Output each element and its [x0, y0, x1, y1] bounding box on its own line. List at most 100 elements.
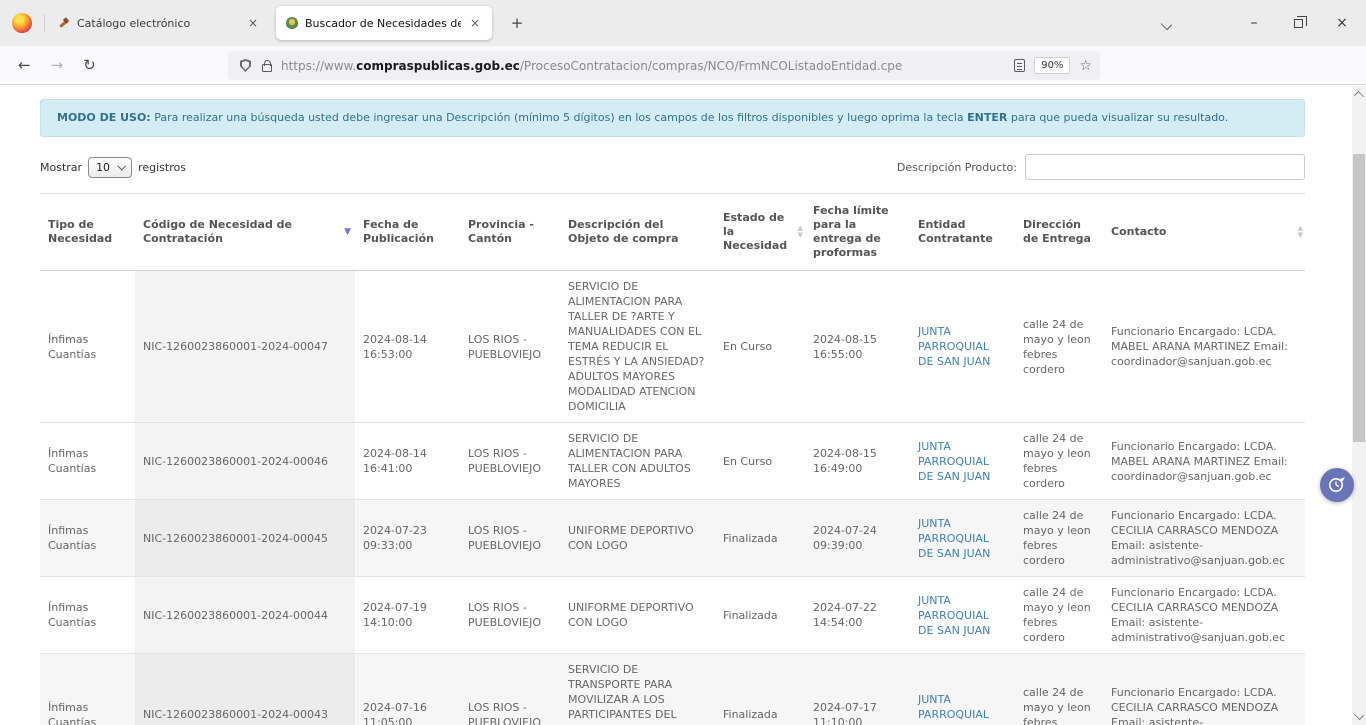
cell-codigo: NIC-1260023860001-2024-00046: [135, 423, 355, 500]
cell-codigo: NIC-1260023860001-2024-00045: [135, 500, 355, 577]
cell-entidad: JUNTA PARROQUIAL DE SAN JUAN: [910, 500, 1015, 577]
restore-button[interactable]: [1276, 0, 1320, 46]
url-scheme: https://www.: [281, 59, 356, 73]
vertical-scrollbar[interactable]: [1352, 86, 1366, 725]
col-estado-necesidad[interactable]: Estado de la Necesidad ▲▼: [715, 194, 805, 271]
forward-button[interactable]: →: [41, 56, 74, 74]
product-filter-input[interactable]: [1025, 154, 1305, 180]
cell-estado: En Curso: [715, 271, 805, 423]
tab-title: Buscador de Necesidades de Co: [305, 17, 461, 30]
cell-fecha-limite: 2024-07-22 14:54:00: [805, 577, 910, 654]
table-controls: Mostrar 10 registros Descripción Product…: [40, 153, 1305, 181]
cell-provincia: LOS RIOS - PUEBLOVIEJO: [460, 577, 560, 654]
cell-fecha-publicacion: 2024-08-14 16:53:00: [355, 271, 460, 423]
entidad-link[interactable]: JUNTA PARROQUIAL DE SAN JUAN: [918, 693, 990, 725]
cell-tipo: Ínfimas Cuantías: [40, 654, 135, 725]
cell-direccion: calle 24 de mayo y leon febres cordero: [1015, 654, 1103, 725]
url-bar[interactable]: https://www.compraspublicas.gob.ec/Proce…: [228, 51, 1100, 80]
product-filter-label: Descripción Producto:: [897, 161, 1017, 174]
new-tab-button[interactable]: +: [506, 12, 528, 34]
cell-descripcion: SERVICIO DE ALIMENTACION PARA TALLER DE …: [560, 271, 715, 423]
cell-fecha-limite: 2024-07-24 09:39:00: [805, 500, 910, 577]
col-provincia-canton[interactable]: Provincia - Cantón: [460, 194, 560, 271]
cell-entidad: JUNTA PARROQUIAL DE SAN JUAN: [910, 654, 1015, 725]
col-fecha-publicacion[interactable]: Fecha de Publicación: [355, 194, 460, 271]
table-row: Ínfimas Cuantías NIC-1260023860001-2024-…: [40, 271, 1305, 423]
cell-estado: En Curso: [715, 423, 805, 500]
cell-fecha-limite: 2024-08-15 16:55:00: [805, 271, 910, 423]
col-codigo-necesidad[interactable]: Código de Necesidad de Contratación ▼: [135, 194, 355, 271]
col-direccion-entrega[interactable]: Dirección de Entrega: [1015, 194, 1103, 271]
close-tab-icon[interactable]: ×: [468, 16, 482, 30]
firefox-logo-icon: [12, 13, 32, 33]
close-window-button[interactable]: ×: [1320, 0, 1364, 46]
list-tabs-chevron-icon[interactable]: [1161, 19, 1172, 30]
cell-direccion: calle 24 de mayo y leon febres cordero: [1015, 423, 1103, 500]
cell-estado: Finalizada: [715, 500, 805, 577]
tab-separator: [44, 14, 45, 32]
col-entidad-contratante[interactable]: Entidad Contratante: [910, 194, 1015, 271]
back-button[interactable]: ←: [8, 56, 41, 74]
scrollbar-thumb[interactable]: [1353, 154, 1365, 442]
browser-window: Catálogo electrónico × Buscador de Neces…: [0, 0, 1366, 725]
cell-fecha-limite: 2024-07-17 11:10:00: [805, 654, 910, 725]
close-tab-icon[interactable]: ×: [246, 16, 260, 30]
sort-desc-icon: ▼: [344, 225, 351, 239]
table-row: Ínfimas Cuantías NIC-1260023860001-2024-…: [40, 577, 1305, 654]
entidad-link[interactable]: JUNTA PARROQUIAL DE SAN JUAN: [918, 325, 990, 368]
cell-fecha-publicacion: 2024-07-23 09:33:00: [355, 500, 460, 577]
table-row: Ínfimas Cuantías NIC-1260023860001-2024-…: [40, 423, 1305, 500]
reload-button[interactable]: ↻: [73, 56, 106, 74]
page-content: MODO DE USO: Para realizar una búsqueda …: [0, 86, 1352, 725]
scroll-up-arrow-icon[interactable]: [1354, 91, 1364, 101]
ecuador-crest-favicon-icon: [286, 17, 298, 29]
cell-provincia: LOS RIOS - PUEBLOVIEJO: [460, 271, 560, 423]
tab-catalogo-electronico[interactable]: Catálogo electrónico ×: [48, 6, 270, 40]
cell-descripcion: SERVICIO DE TRANSPORTE PARA MOVILIZAR A …: [560, 654, 715, 725]
page-size-select[interactable]: 10: [88, 157, 132, 178]
cell-contacto: Funcionario Encargado: LCDA. MABEL ARANA…: [1103, 423, 1305, 500]
cell-tipo: Ínfimas Cuantías: [40, 271, 135, 423]
cell-contacto: Funcionario Encargado: LCDA. CECILIA CAR…: [1103, 500, 1305, 577]
show-entries-label: Mostrar: [40, 161, 82, 174]
minimize-button[interactable]: –: [1232, 0, 1276, 46]
cell-descripcion: UNIFORME DEPORTIVO CON LOGO: [560, 500, 715, 577]
cell-direccion: calle 24 de mayo y leon febres cordero: [1015, 577, 1103, 654]
col-fecha-limite[interactable]: Fecha límite para la entrega de proforma…: [805, 194, 910, 271]
bookmark-star-icon[interactable]: ☆: [1079, 58, 1092, 74]
col-contacto[interactable]: Contacto ▲▼: [1103, 194, 1305, 271]
table-row: Ínfimas Cuantías NIC-1260023860001-2024-…: [40, 654, 1305, 725]
notice-prefix: MODO DE USO:: [57, 111, 151, 124]
tab-title: Catálogo electrónico: [77, 17, 239, 30]
reader-mode-icon[interactable]: [1014, 59, 1025, 72]
tracking-protection-shield-icon[interactable]: [240, 59, 251, 72]
lock-icon[interactable]: [262, 64, 272, 72]
notice-suffix: para que pueda visualizar su resultado.: [1007, 111, 1228, 124]
clock-icon: [1327, 475, 1347, 495]
tab-buscador-necesidades[interactable]: Buscador de Necesidades de Co ×: [276, 6, 492, 40]
col-tipo-necesidad[interactable]: Tipo de Necesidad: [40, 194, 135, 271]
navigation-toolbar: ← → ↻ https://www.compraspublicas.gob.ec…: [0, 46, 1366, 85]
product-filter: Descripción Producto:: [897, 154, 1305, 180]
cell-fecha-publicacion: 2024-07-19 14:10:00: [355, 577, 460, 654]
needs-table: Tipo de Necesidad Código de Necesidad de…: [40, 193, 1305, 725]
restore-icon: [1294, 19, 1303, 28]
entidad-link[interactable]: JUNTA PARROQUIAL DE SAN JUAN: [918, 517, 990, 560]
zoom-level-badge[interactable]: 90%: [1034, 57, 1070, 74]
cell-provincia: LOS RIOS - PUEBLOVIEJO: [460, 500, 560, 577]
scroll-down-arrow-icon[interactable]: [1354, 710, 1364, 720]
cell-direccion: calle 24 de mayo y leon febres cordero: [1015, 500, 1103, 577]
sort-both-icon: ▲▼: [1298, 225, 1303, 239]
floating-clock-widget-button[interactable]: [1320, 468, 1354, 502]
cell-contacto: Funcionario Encargado: LCDA. CECILIA CAR…: [1103, 654, 1305, 725]
cell-descripcion: SERVICIO DE ALIMENTACION PARA TALLER CON…: [560, 423, 715, 500]
table-header-row: Tipo de Necesidad Código de Necesidad de…: [40, 194, 1305, 271]
cell-tipo: Ínfimas Cuantías: [40, 577, 135, 654]
col-descripcion-objeto[interactable]: Descripción del Objeto de compra: [560, 194, 715, 271]
entidad-link[interactable]: JUNTA PARROQUIAL DE SAN JUAN: [918, 594, 990, 637]
cell-contacto: Funcionario Encargado: LCDA. MABEL ARANA…: [1103, 271, 1305, 423]
cell-codigo: NIC-1260023860001-2024-00044: [135, 577, 355, 654]
cell-entidad: JUNTA PARROQUIAL DE SAN JUAN: [910, 423, 1015, 500]
cell-descripcion: UNIFORME DEPORTIVO CON LOGO: [560, 577, 715, 654]
entidad-link[interactable]: JUNTA PARROQUIAL DE SAN JUAN: [918, 440, 990, 483]
